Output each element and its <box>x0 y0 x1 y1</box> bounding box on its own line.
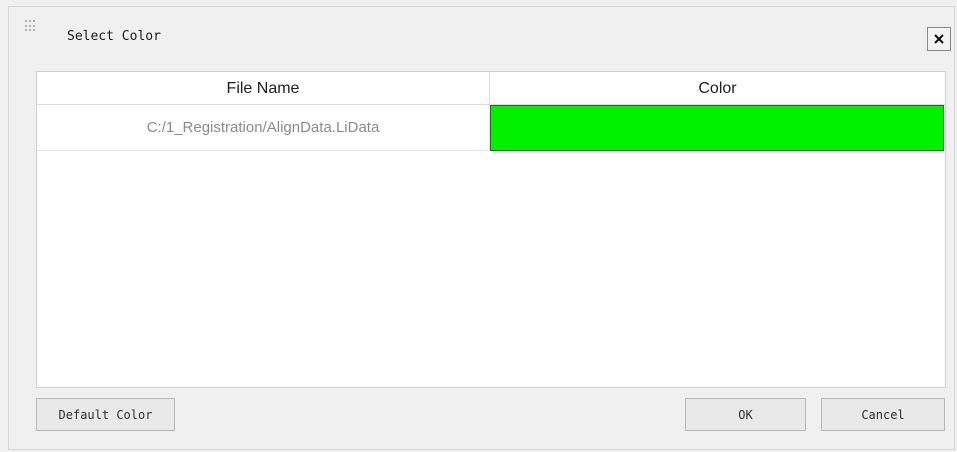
select-color-dialog: Select Color File Name Color C:/1_Regist… <box>8 6 955 450</box>
default-color-button[interactable]: Default Color <box>36 398 175 431</box>
close-button[interactable] <box>927 27 951 51</box>
color-swatch-cell[interactable] <box>490 105 944 151</box>
drag-grip-icon[interactable] <box>25 20 35 32</box>
cancel-button[interactable]: Cancel <box>821 398 945 431</box>
column-header-color[interactable]: Color <box>490 72 945 105</box>
column-header-file-name[interactable]: File Name <box>37 72 490 105</box>
file-name-cell[interactable]: C:/1_Registration/AlignData.LiData <box>37 105 490 151</box>
ok-button[interactable]: OK <box>685 398 806 431</box>
file-color-table: File Name Color C:/1_Registration/AlignD… <box>36 71 946 388</box>
close-icon <box>934 34 944 44</box>
dialog-title: Select Color <box>67 29 161 44</box>
